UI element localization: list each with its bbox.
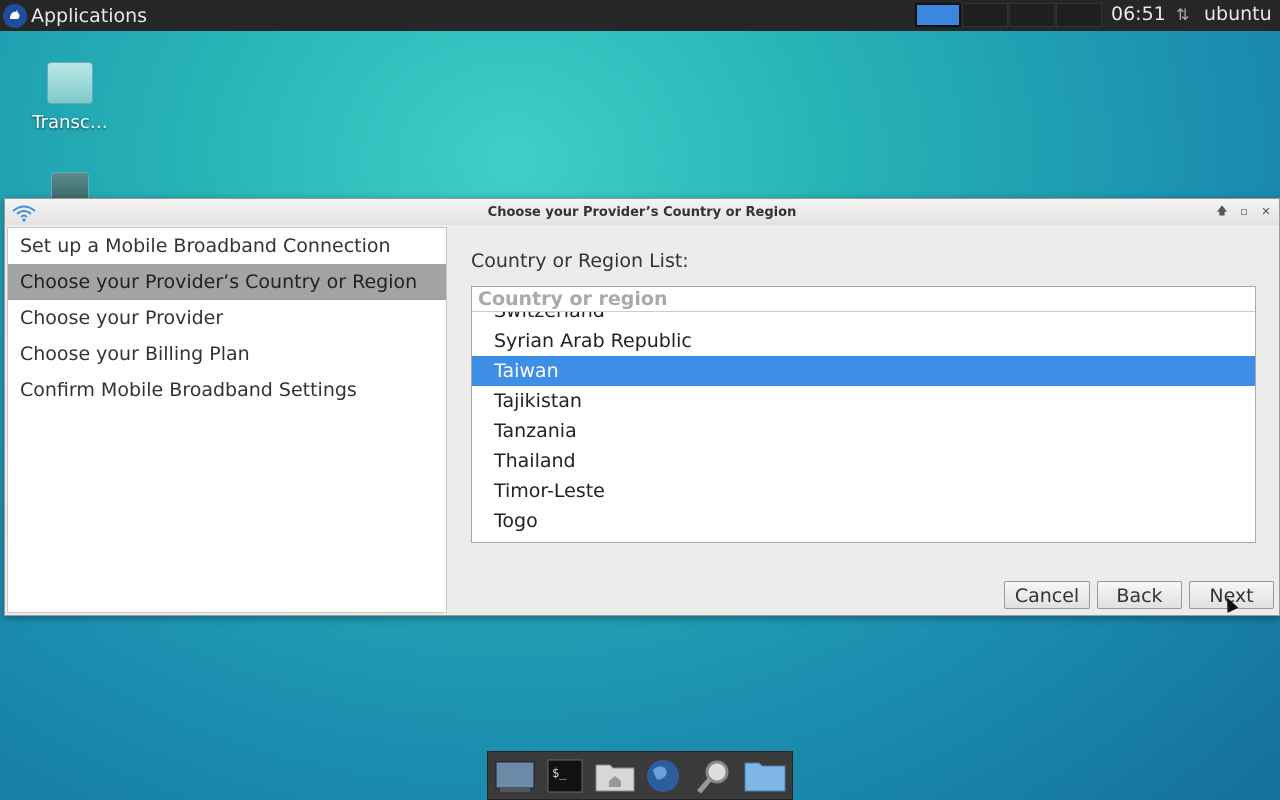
step-setup: Set up a Mobile Broadband Connection	[20, 235, 391, 257]
desktop-icon-transcend[interactable]: Transc…	[25, 62, 115, 133]
list-item[interactable]: Tanzania	[472, 416, 1255, 446]
country-list[interactable]: Country or region Switzerland Syrian Ara…	[471, 286, 1256, 543]
step-billing-plan: Choose your Billing Plan	[20, 343, 250, 365]
workspace-4[interactable]	[1056, 3, 1102, 27]
list-label: Country or Region List:	[471, 250, 689, 272]
show-desktop-icon[interactable]	[492, 755, 538, 797]
dialog-titlebar[interactable]: Choose your Provider’s Country or Region…	[5, 199, 1279, 225]
workspace-switcher[interactable]	[915, 3, 1103, 27]
country-search-input[interactable]: Country or region	[472, 287, 1255, 312]
terminal-icon[interactable]: $_	[542, 755, 588, 797]
list-item[interactable]: Syrian Arab Republic	[472, 326, 1255, 356]
home-folder-icon[interactable]	[592, 755, 638, 797]
usb-drive-icon	[47, 62, 93, 104]
applications-menu-button[interactable]: Applications	[0, 0, 147, 31]
applications-label: Applications	[31, 4, 148, 27]
step-confirm: Confirm Mobile Broadband Settings	[20, 379, 357, 401]
network-updown-icon[interactable]: ⇅	[1176, 5, 1189, 24]
web-browser-icon[interactable]	[642, 755, 688, 797]
clock[interactable]: 06:51	[1111, 3, 1166, 25]
file-manager-icon[interactable]	[742, 755, 788, 797]
steps-sidebar: Set up a Mobile Broadband Connection Cho…	[7, 227, 447, 613]
shade-button[interactable]: 🡅	[1213, 202, 1231, 220]
step-country: Choose your Provider’s Country or Region	[8, 264, 446, 300]
cancel-button[interactable]: Cancel	[1004, 581, 1090, 609]
list-item[interactable]: Tajikistan	[472, 386, 1255, 416]
step-provider: Choose your Provider	[20, 307, 224, 329]
top-panel: Applications 06:51 ⇅ ubuntu	[0, 0, 1280, 31]
list-item-selected[interactable]: Taiwan	[472, 356, 1255, 386]
workspace-1[interactable]	[915, 3, 961, 27]
maximize-button[interactable]: ▫	[1235, 202, 1253, 220]
dock: $_	[487, 751, 793, 800]
dialog-title: Choose your Provider’s Country or Region	[487, 205, 797, 220]
back-button[interactable]: Back	[1097, 581, 1182, 609]
xfce-logo-icon	[3, 3, 27, 28]
list-item[interactable]: Togo	[472, 506, 1255, 536]
svg-text:$_: $_	[552, 766, 567, 780]
list-item[interactable]: Timor-Leste	[472, 476, 1255, 506]
user-menu[interactable]: ubuntu	[1204, 3, 1272, 25]
desktop-icon-label: Transc…	[32, 112, 108, 133]
close-button[interactable]: ✕	[1257, 202, 1275, 220]
search-icon[interactable]	[692, 755, 738, 797]
content-pane: Country or Region List: Country or regio…	[471, 227, 1259, 613]
workspace-2[interactable]	[962, 3, 1008, 27]
mobile-broadband-dialog: Choose your Provider’s Country or Region…	[4, 198, 1280, 616]
workspace-3[interactable]	[1009, 3, 1055, 27]
list-item[interactable]: Thailand	[472, 446, 1255, 476]
